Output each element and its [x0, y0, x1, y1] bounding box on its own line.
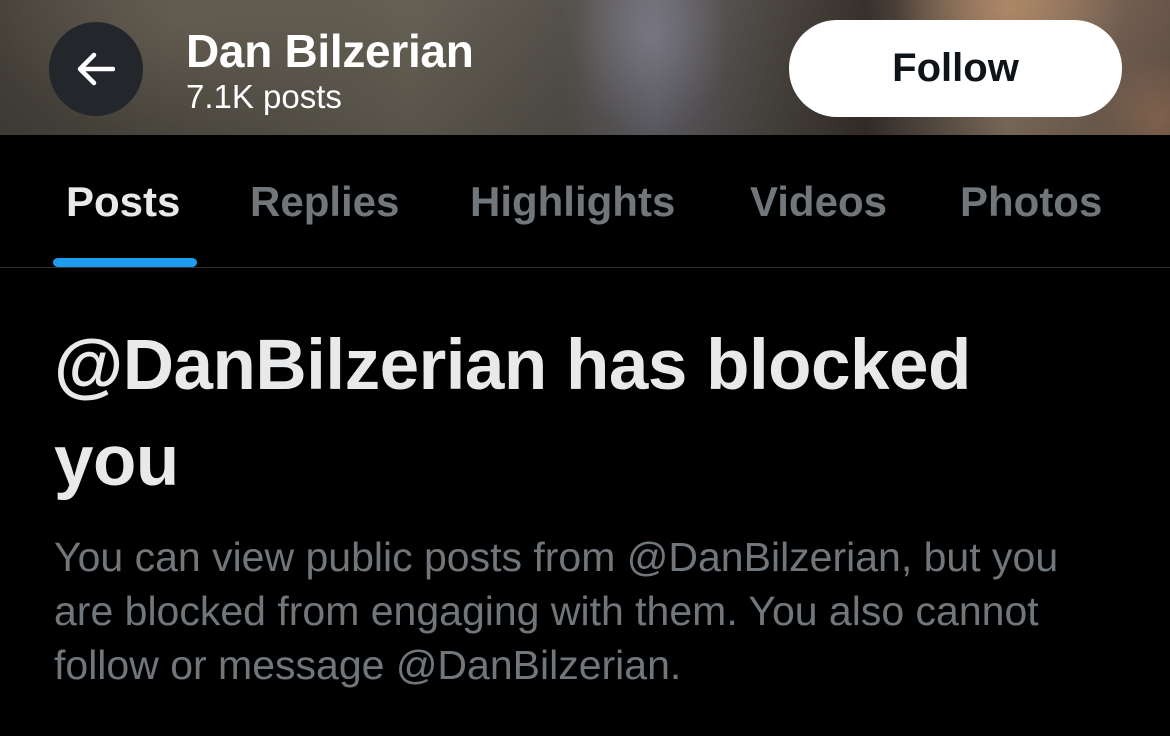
tab-photos[interactable]: Photos: [960, 177, 1102, 227]
post-count: 7.1K posts: [186, 78, 342, 115]
profile-tabs: Posts Replies Highlights Videos Photos: [0, 135, 1170, 268]
tab-replies[interactable]: Replies: [250, 177, 399, 227]
arrow-left-icon: [77, 52, 115, 86]
active-tab-indicator: [53, 258, 197, 267]
profile-name: Dan Bilzerian: [186, 25, 474, 77]
profile-page: Dan Bilzerian 7.1K posts Follow Posts Re…: [0, 0, 1170, 736]
follow-button[interactable]: Follow: [789, 20, 1122, 117]
tab-videos[interactable]: Videos: [750, 177, 887, 227]
blocked-message: You can view public posts from @DanBilze…: [54, 534, 1059, 688]
tab-posts[interactable]: Posts: [66, 177, 180, 227]
back-button[interactable]: [49, 22, 143, 116]
tab-highlights[interactable]: Highlights: [470, 177, 675, 227]
blocked-title: @DanBilzerian has blocked you: [54, 326, 971, 501]
profile-header: Dan Bilzerian 7.1K posts Follow: [0, 0, 1170, 135]
